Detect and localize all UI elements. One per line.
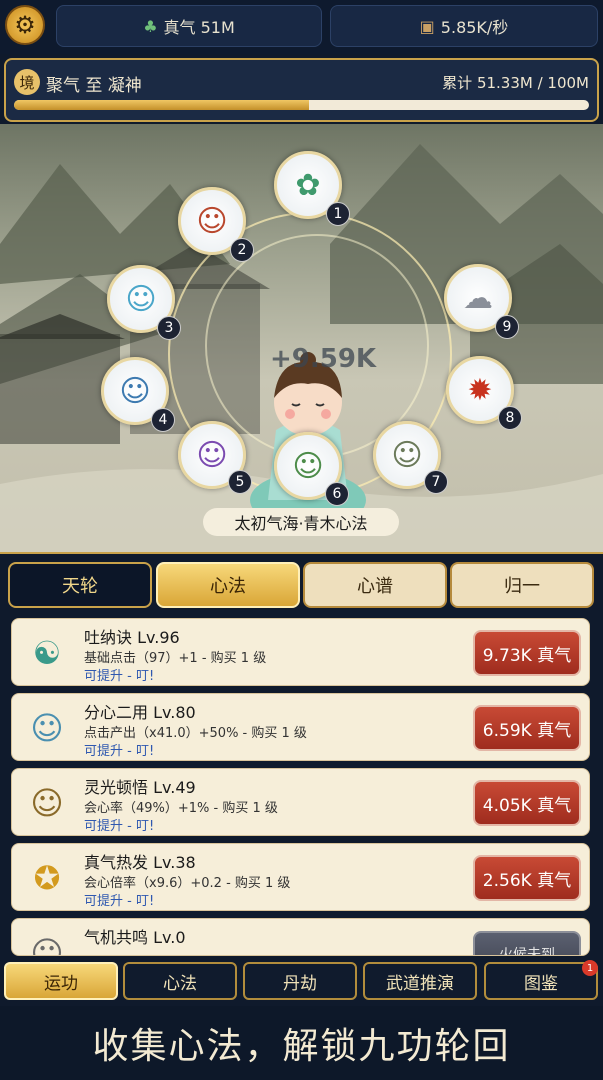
- skill-name: 气机共鸣 Lv.0: [84, 928, 186, 947]
- golden-badge-icon: ✪: [33, 859, 61, 897]
- realm-total: 累计 51.33M / 100M: [442, 74, 589, 92]
- skill-hint: 可提升 - 叮!: [84, 669, 155, 684]
- cultivator-red-icon: ☺: [196, 203, 228, 239]
- buy-button[interactable]: 6.59K 真气: [473, 705, 581, 751]
- elder-icon: ☺: [391, 437, 423, 473]
- node-number-1: 1: [326, 202, 350, 226]
- nav-yungong[interactable]: 运功: [4, 962, 118, 1000]
- tab-xinfa[interactable]: 心法: [156, 562, 300, 608]
- top-bar: ⚙ ♣ 真气 51M ▣ 5.85K/秒: [0, 0, 603, 54]
- buy-button[interactable]: 2.56K 真气: [473, 855, 581, 901]
- jade-beast-icon: ✿: [295, 167, 321, 203]
- realm-badge: 境: [14, 69, 40, 95]
- node-number-8: 8: [498, 406, 522, 430]
- skill-desc: 会心率（49%）+1% - 购买 1 级: [84, 801, 278, 816]
- chest-icon: ▣: [419, 16, 435, 36]
- realm-progress-fill: [14, 100, 310, 110]
- node-number-3: 3: [157, 316, 181, 340]
- skill-hint: 可提升 - 叮!: [84, 819, 155, 834]
- realm-panel: 境 聚气 至 凝神 累计 51.33M / 100M: [4, 58, 599, 122]
- cultivator-blue-icon: ☺: [119, 373, 151, 409]
- green-beast-icon: ♣: [143, 16, 158, 36]
- skill-name: 灵光顿悟 Lv.49: [84, 778, 196, 797]
- skill-desc: 会心倍率（x9.6）+0.2 - 购买 1 级: [84, 876, 291, 891]
- skill-name: 吐纳诀 Lv.96: [84, 628, 180, 647]
- skill-card: ✪ 真气热发 Lv.38 会心倍率（x9.6）+0.2 - 购买 1 级 可提升…: [11, 843, 590, 911]
- twins-icon: ☺: [30, 709, 64, 747]
- gear-icon[interactable]: ⚙: [5, 5, 45, 45]
- skill-card: ☯ 吐纳诀 Lv.96 基础点击（97）+1 - 购买 1 级 可提升 - 叮!…: [11, 618, 590, 686]
- qi-counter: ♣ 真气 51M: [56, 5, 322, 47]
- realm-progress-bar: [14, 100, 589, 110]
- skill-card: ☺ 气机共鸣 Lv.0 火候未到: [11, 918, 590, 956]
- qi-label: 真气 51M: [163, 18, 235, 37]
- node-number-6: 6: [325, 482, 349, 506]
- storm-cloud-icon: ☁: [463, 280, 493, 316]
- active-skill-label: 太初气海·青木心法: [203, 508, 399, 536]
- skill-card: ☺ 分心二用 Lv.80 点击产出（x41.0）+50% - 购买 1 级 可提…: [11, 693, 590, 761]
- resonance-icon: ☺: [30, 934, 64, 956]
- cultivator-green-icon: ☺: [292, 448, 324, 484]
- node-number-5: 5: [228, 470, 252, 494]
- buy-button[interactable]: 9.73K 真气: [473, 630, 581, 676]
- skill-name: 分心二用 Lv.80: [84, 703, 196, 722]
- cultivation-scene[interactable]: +9.59K ✿ 1 ☺ 2 ☺ 3 ☺ 4 ☺ 5 ☺ 6 ☺ 7 ✹ 8 ☁…: [0, 124, 603, 552]
- skill-name: 真气热发 Lv.38: [84, 853, 196, 872]
- tab-guiyi[interactable]: 归一: [450, 562, 594, 608]
- meditation-icon: ☯: [32, 634, 62, 672]
- skill-card: ☺ 灵光顿悟 Lv.49 会心率（49%）+1% - 购买 1 级 可提升 - …: [11, 768, 590, 836]
- flame-warrior-icon: ✹: [467, 372, 493, 408]
- rate-label: 5.85K/秒: [440, 18, 509, 37]
- cultivator-aura-icon: ☺: [125, 281, 157, 317]
- nav-tujian-label: 图鉴: [524, 973, 558, 994]
- bottom-nav: 运功 心法 丹劫 武道推演 图鉴 1: [0, 956, 603, 1006]
- skill-desc: 基础点击（97）+1 - 购买 1 级: [84, 651, 267, 666]
- skill-desc: 点击产出（x41.0）+50% - 购买 1 级: [84, 726, 307, 741]
- nav-tujian[interactable]: 图鉴 1: [484, 960, 598, 1000]
- nav-danjie[interactable]: 丹劫: [243, 962, 357, 1000]
- node-number-4: 4: [151, 408, 175, 432]
- nav-xinfa[interactable]: 心法: [123, 962, 237, 1000]
- skill-panel: 天轮 心法 心谱 归一 ☯ 吐纳诀 Lv.96 基础点击（97）+1 - 购买 …: [0, 552, 603, 956]
- tab-tianlun[interactable]: 天轮: [8, 562, 152, 608]
- node-number-7: 7: [424, 470, 448, 494]
- buy-button[interactable]: 4.05K 真气: [473, 780, 581, 826]
- rate-counter: ▣ 5.85K/秒: [330, 5, 598, 47]
- node-number-9: 9: [495, 315, 519, 339]
- nav-wudao[interactable]: 武道推演: [363, 962, 477, 1000]
- float-gain-text: +9.59K: [270, 344, 377, 374]
- skill-hint: 可提升 - 叮!: [84, 894, 155, 909]
- buy-button-locked[interactable]: 火候未到: [473, 931, 581, 955]
- node-number-2: 2: [230, 238, 254, 262]
- promo-banner: 收集心法，解锁九功轮回: [0, 1006, 603, 1080]
- skill-hint: 可提升 - 叮!: [84, 744, 155, 759]
- notification-badge: 1: [582, 960, 598, 976]
- cultivator-purple-icon: ☺: [196, 437, 228, 473]
- sage-icon: ☺: [30, 784, 64, 822]
- realm-title: 聚气 至 凝神: [46, 76, 142, 96]
- tab-xinpu[interactable]: 心谱: [303, 562, 447, 608]
